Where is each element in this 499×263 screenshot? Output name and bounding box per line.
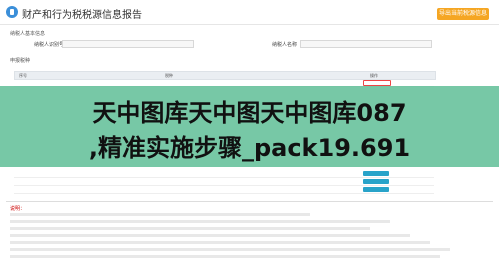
table-row [14,178,434,186]
row-action-button[interactable] [363,187,389,192]
watermark-text-line1: 天中图库天中图天中图库087 [92,99,407,127]
note-line [10,248,450,251]
row-action-button[interactable] [363,179,389,184]
row-action-button[interactable] [363,171,389,176]
section-title-report: 申报税种 [10,58,31,64]
watermark-text-line2: ,精准实施步骤_pack19.691 [88,134,411,162]
taxpayer-name-field[interactable] [300,40,432,48]
note-line [10,255,440,258]
top-bar: 财产和行为税税源信息报告 导出当前税源信息 [0,0,499,25]
taxpayer-id-label: 纳税人识别号 [34,42,65,48]
page-title: 财产和行为税税源信息报告 [22,10,142,21]
notes-title: 说明： [10,206,26,212]
note-line [10,220,390,223]
taxpayer-id-field[interactable] [62,40,194,48]
note-line [10,234,410,237]
section-title-taxpayer: 纳税人基本信息 [10,31,46,37]
export-button[interactable]: 导出当前税源信息 [437,8,489,20]
taxpayer-name-label: 纳税人名称 [272,42,298,48]
divider [6,201,493,202]
note-line [10,227,370,230]
table-row [14,170,434,178]
note-line [10,241,430,244]
table-row [14,186,434,194]
app-logo-icon [6,6,18,18]
note-line [10,213,310,216]
